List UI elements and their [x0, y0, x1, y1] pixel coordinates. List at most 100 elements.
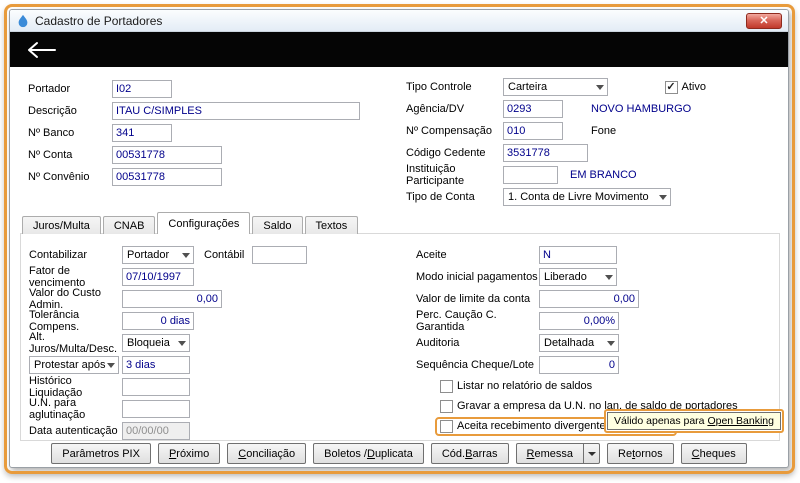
- alt-juros-row: Alt. Juros/Multa/Desc. Bloqueia: [29, 331, 401, 355]
- cheques-button[interactable]: Cheques: [680, 443, 747, 464]
- window-title: Cadastro de Portadores: [35, 13, 163, 28]
- un-aglutinacao-input[interactable]: [122, 400, 190, 418]
- descricao-row: Descrição: [28, 100, 394, 122]
- portador-label: Portador: [28, 83, 71, 95]
- caucao-input[interactable]: [539, 312, 619, 330]
- tab-juros-multa[interactable]: Juros/Multa: [22, 216, 101, 234]
- portador-input[interactable]: [112, 80, 172, 98]
- back-arrow-icon[interactable]: [26, 41, 58, 59]
- sequencia-input[interactable]: [539, 356, 619, 374]
- contabilizar-row: Contabilizar Portador Contábil: [29, 244, 401, 266]
- chevron-down-icon: [605, 275, 613, 280]
- custo-admin-row: Valor do Custo Admin.: [29, 287, 401, 311]
- close-button[interactable]: ✕: [746, 12, 782, 29]
- auditoria-select[interactable]: Detalhada: [539, 334, 619, 352]
- n-compensacao-row: Nº Compensação Fone: [406, 120, 706, 142]
- n-banco-label: Nº Banco: [28, 127, 75, 139]
- n-conta-input[interactable]: [112, 146, 222, 164]
- agencia-dv-row: Agência/DV NOVO HAMBURGO: [406, 98, 706, 120]
- limite-conta-row: Valor de limite da conta: [416, 288, 774, 310]
- button-label: uplicata: [374, 447, 413, 460]
- contabilizar-select[interactable]: Portador: [122, 246, 194, 264]
- n-banco-input[interactable]: [112, 124, 172, 142]
- checkbox-unchecked-icon: [440, 399, 453, 413]
- protestar-select[interactable]: Protestar após: [29, 356, 119, 374]
- tipo-de-conta-value: 1. Conta de Livre Movimento: [508, 191, 649, 203]
- proximo-button[interactable]: Próximo: [157, 443, 221, 464]
- tab-configuracoes[interactable]: Configurações: [157, 212, 251, 234]
- auditoria-label: Auditoria: [416, 337, 460, 349]
- tooltip-open-banking-term: Open Banking: [707, 415, 774, 427]
- button-label: róximo: [176, 447, 210, 460]
- n-compensacao-input[interactable]: [503, 122, 563, 140]
- custo-admin-input[interactable]: [122, 290, 222, 308]
- app-icon: [16, 14, 30, 28]
- caucao-row: Perc. Caução C. Garantida: [416, 309, 774, 333]
- retornos-button[interactable]: Re t ornos: [607, 443, 674, 464]
- header-form-right: Tipo Controle Carteira Ativo Agência/DV …: [406, 76, 706, 208]
- bottom-button-bar: Parâmetros PIX Próximo Conciliação Bolet…: [10, 443, 788, 464]
- n-banco-row: Nº Banco: [28, 122, 394, 144]
- tab-strip: Juros/Multa CNAB Configurações Saldo Tex…: [22, 212, 360, 234]
- remessa-button[interactable]: Remessa: [515, 443, 584, 464]
- descricao-input[interactable]: [112, 102, 360, 120]
- tab-label: Textos: [315, 219, 348, 232]
- button-accel: C: [691, 447, 700, 460]
- button-label: Cód.: [441, 447, 466, 460]
- tab-cnab[interactable]: CNAB: [102, 216, 156, 234]
- contabil-label: Contábil: [204, 249, 245, 261]
- button-accel: D: [366, 447, 375, 460]
- tab-saldo[interactable]: Saldo: [252, 216, 303, 234]
- listar-saldos-checkbox[interactable]: Listar no relatório de saldos: [440, 376, 774, 396]
- modo-inicial-select[interactable]: Liberado: [539, 268, 617, 286]
- custo-admin-label: Valor do Custo Admin.: [29, 287, 101, 311]
- codigo-cedente-input[interactable]: [503, 144, 588, 162]
- button-label: Parâmetros PIX: [62, 447, 140, 460]
- tolerancia-input[interactable]: [122, 312, 194, 330]
- remessa-dropdown-button[interactable]: [584, 443, 600, 464]
- button-label: heques: [699, 447, 736, 460]
- boletos-duplicata-button[interactable]: Boletos / Duplicata: [313, 443, 424, 464]
- fone-label: Fone: [591, 125, 617, 137]
- instituicao-note: EM BRANCO: [570, 169, 637, 181]
- button-accel: C: [238, 447, 247, 460]
- config-right-column: Aceite Modo inicial pagamentos Liberado …: [416, 244, 774, 436]
- limite-conta-input[interactable]: [539, 290, 639, 308]
- aceite-label: Aceite: [416, 249, 447, 261]
- protestar-label: Protestar após: [34, 359, 106, 371]
- open-banking-tooltip: Válido apenas para Open Banking: [607, 412, 781, 430]
- n-convenio-input[interactable]: [112, 168, 222, 186]
- tipo-de-conta-row: Tipo de Conta 1. Conta de Livre Moviment…: [406, 186, 706, 208]
- tab-textos[interactable]: Textos: [304, 216, 359, 234]
- parametros-pix-button[interactable]: Parâmetros PIX: [51, 443, 151, 464]
- historico-liquidacao-label: Histórico Liquidação: [29, 375, 83, 399]
- aceite-input[interactable]: [539, 246, 617, 264]
- contabil-input[interactable]: [252, 246, 308, 264]
- fator-vencimento-row: Fator de vencimento: [29, 265, 401, 289]
- instituicao-row: Instituição Participante EM BRANCO: [406, 163, 706, 187]
- cod-barras-button[interactable]: Cód. Barras: [430, 443, 509, 464]
- button-accel: P: [168, 447, 177, 460]
- alt-juros-select[interactable]: Bloqueia: [122, 334, 190, 352]
- conciliacao-button[interactable]: Conciliação: [227, 443, 307, 464]
- chevron-down-icon: [107, 363, 115, 368]
- checkbox-checked-icon: [664, 80, 678, 94]
- agencia-dv-label: Agência/DV: [406, 103, 465, 115]
- fator-vencimento-input[interactable]: [122, 268, 194, 286]
- tipo-controle-select[interactable]: Carteira: [503, 78, 608, 96]
- tab-label: Juros/Multa: [33, 219, 90, 232]
- button-accel: B: [465, 447, 473, 460]
- alt-juros-label: Alt. Juros/Multa/Desc.: [29, 331, 118, 355]
- tipo-controle-label: Tipo Controle: [406, 81, 472, 93]
- data-autenticacao-row: Data autenticação: [29, 420, 401, 442]
- agencia-dv-input[interactable]: [503, 100, 563, 118]
- historico-liquidacao-input[interactable]: [122, 378, 190, 396]
- codigo-cedente-label: Código Cedente: [406, 147, 486, 159]
- ativo-checkbox[interactable]: Ativo: [664, 77, 706, 97]
- tipo-de-conta-select[interactable]: 1. Conta de Livre Movimento: [503, 188, 671, 206]
- portador-row: Portador: [28, 78, 394, 100]
- n-conta-row: Nº Conta: [28, 144, 394, 166]
- tolerancia-row: Tolerância Compens.: [29, 309, 401, 333]
- protestar-dias-input[interactable]: [122, 356, 190, 374]
- instituicao-input[interactable]: [503, 166, 558, 184]
